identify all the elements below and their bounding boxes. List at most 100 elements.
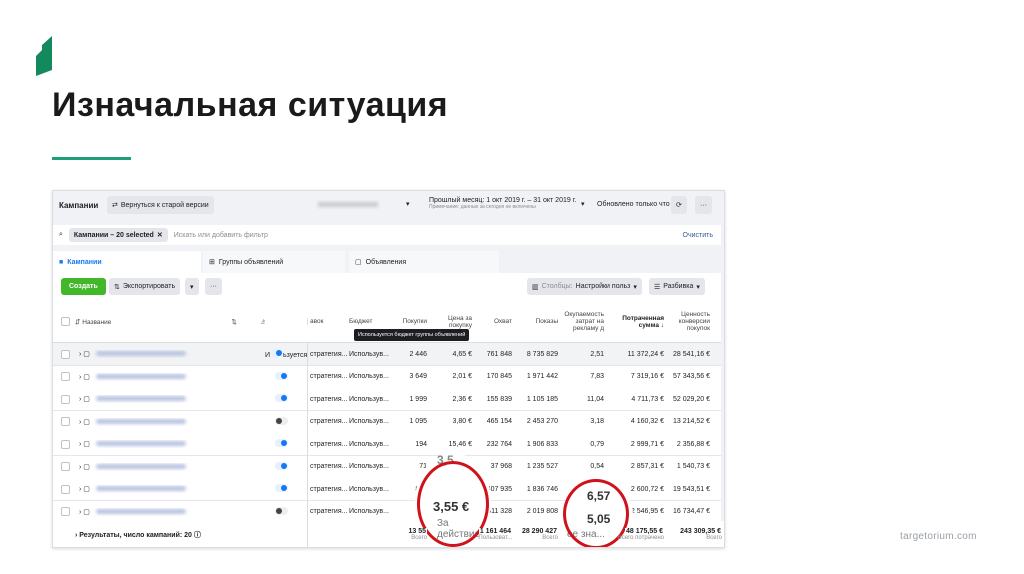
campaign-name-cell[interactable]: › ▢ (75, 418, 265, 426)
date-range-selector[interactable]: Прошлый месяц: 1 окт 2019 г. – 31 окт 20… (429, 197, 576, 210)
campaign-name-cell[interactable]: › ▢ (75, 485, 265, 493)
status-toggle-cell[interactable] (265, 439, 307, 449)
expand-icon[interactable]: › (79, 486, 81, 493)
table-row[interactable]: › ▢ стратегия... Использув... 1 999 2,36 € 15… (53, 387, 721, 411)
campaign-name-cell[interactable]: › ▢ (75, 463, 265, 471)
column-bid[interactable]: авок (307, 318, 349, 325)
status-toggle-cell[interactable] (265, 506, 307, 517)
expand-icon[interactable]: › (79, 351, 81, 358)
row-checkbox[interactable] (61, 417, 70, 426)
back-old-version-button[interactable]: ⇄ Вернуться к старой версии (107, 196, 214, 214)
create-button[interactable]: Создать (61, 278, 106, 295)
filter-bar: ⌕ Кампании – 20 selected ✕ Искать или доб… (53, 225, 721, 245)
more-actions-button[interactable]: ··· (205, 278, 222, 295)
refresh-button[interactable]: ⟳ (671, 196, 687, 214)
table-row[interactable]: › ▢ стратегия... Использув... 194 15,46 € 232… (53, 432, 721, 456)
campaign-name[interactable] (95, 351, 186, 356)
status-toggle-cell[interactable] (265, 416, 307, 427)
campaign-name[interactable] (95, 396, 186, 401)
status-toggle[interactable] (275, 416, 288, 425)
status-toggle-cell[interactable] (265, 484, 307, 494)
campaign-name[interactable] (95, 418, 186, 424)
breakdown-button[interactable]: ☰ Разбивка ▾ (649, 278, 705, 295)
site-credit: targetorium.com (900, 531, 977, 542)
cell-budget: Использув... (349, 373, 389, 380)
folder-icon: ▢ (83, 418, 90, 426)
status-toggle-cell[interactable]: Иьзуется (265, 349, 307, 359)
chevron-down-icon[interactable]: ▾ (406, 200, 410, 208)
campaign-name-cell[interactable]: › ▢ (75, 508, 265, 516)
table-row[interactable]: › ▢ стратегия... Использув... 1 095 3,80 € 46… (53, 410, 721, 434)
chevron-down-icon[interactable]: ▾ (581, 200, 585, 208)
row-checkbox[interactable] (61, 372, 70, 381)
more-button[interactable]: ··· (695, 196, 712, 214)
export-button[interactable]: ⇅ Экспортировать (109, 278, 181, 295)
expand-icon[interactable]: › (79, 441, 81, 448)
filter-chip[interactable]: Кампании – 20 selected ✕ (68, 228, 168, 242)
toolbar: Создать ⇅ Экспортировать ▾ ··· ▥ Столбцы: Н… (53, 273, 721, 301)
totals-label[interactable]: › Результаты, число кампаний: 20 ⓘ (53, 530, 307, 540)
row-checkbox[interactable] (61, 439, 70, 449)
filter-input[interactable]: Искать или добавить фильтр (174, 232, 268, 239)
table-row[interactable]: › ▢ılПосмотреть диаграммы ✎ ⎘Дублировать… (53, 342, 721, 366)
column-impressions[interactable]: Показы (515, 318, 561, 325)
expand-icon[interactable]: › (79, 396, 81, 403)
tab-ad-sets[interactable]: ⊞ Группы объявлений (203, 251, 345, 273)
table-row[interactable]: › ▢стратегия...Использув...7140,24 €37 9… (53, 455, 721, 479)
row-checkbox[interactable] (61, 484, 70, 494)
column-cost-per-purchase[interactable]: Цена за покупку (430, 315, 475, 329)
expand-icon[interactable]: › (79, 374, 81, 381)
account-selector[interactable] (318, 202, 378, 207)
folder-icon: ▢ (83, 486, 90, 493)
row-checkbox[interactable] (61, 462, 70, 471)
clear-link[interactable]: Очистить (683, 232, 713, 239)
columns-button[interactable]: ▥ Столбцы: Настройки польз ▾ (527, 278, 642, 295)
column-budget[interactable]: Бюджет (349, 318, 394, 325)
column-reach[interactable]: Охват (475, 318, 515, 325)
status-toggle[interactable] (275, 394, 288, 402)
row-checkbox[interactable] (61, 507, 70, 516)
campaign-name[interactable] (95, 441, 186, 446)
row-checkbox[interactable] (61, 394, 70, 404)
tab-ads[interactable]: ▢ Объявления (349, 251, 499, 273)
campaign-name-cell[interactable]: › ▢ (75, 440, 265, 448)
column-spent[interactable]: Потраченная сумма ↓ (607, 315, 667, 329)
campaign-name-cell[interactable]: › ▢ (75, 373, 265, 381)
cell-reach: 465 154 (486, 418, 512, 425)
table-row[interactable]: › ▢ стратегия... Использув... 3 649 2,01 € 17… (53, 365, 721, 389)
expand-icon[interactable]: › (79, 419, 81, 426)
campaign-name[interactable] (95, 508, 186, 514)
close-icon[interactable]: ✕ (157, 231, 163, 239)
campaign-name-cell[interactable]: › ▢ (75, 395, 265, 403)
column-name[interactable]: ⇵ Название⇅⚠ (75, 318, 265, 326)
status-toggle[interactable] (275, 371, 288, 380)
cell-impr: 1 235 527 (526, 463, 558, 470)
status-toggle[interactable] (270, 349, 284, 357)
campaign-name-cell[interactable]: › ▢ılПосмотреть диаграммы ✎ ⎘Дублировать (75, 350, 265, 358)
tab-campaigns[interactable]: ■ Кампании (53, 251, 201, 273)
column-roas[interactable]: Окупаемость затрат на рекламу д (561, 311, 607, 332)
info-icon: ⓘ (193, 531, 201, 539)
status-toggle[interactable] (275, 461, 288, 470)
status-toggle-cell[interactable] (265, 461, 307, 472)
cell-rate: стратегия... (307, 365, 349, 388)
status-toggle-cell[interactable] (265, 371, 307, 382)
expand-icon[interactable]: › (79, 464, 81, 471)
column-purchases[interactable]: Покупки (394, 318, 430, 325)
status-toggle[interactable] (275, 506, 288, 515)
status-toggle-cell[interactable] (265, 394, 307, 404)
status-toggle[interactable] (275, 439, 288, 447)
export-dropdown[interactable]: ▾ (185, 278, 199, 295)
status-toggle[interactable] (275, 484, 288, 492)
campaign-name[interactable] (95, 463, 186, 469)
cell-roas: 0,79 (590, 440, 604, 448)
column-conversion-value[interactable]: Ценность конверсии покупок (667, 311, 713, 332)
cell-value: 2 356,88 € (676, 440, 710, 448)
folder-icon: ■ (59, 258, 64, 266)
expand-icon[interactable]: › (79, 509, 81, 516)
select-all-checkbox[interactable] (61, 317, 70, 326)
campaign-name[interactable] (95, 373, 186, 379)
cell-impr: 2 453 270 (526, 418, 558, 425)
row-checkbox[interactable] (61, 349, 70, 359)
campaign-name[interactable] (95, 486, 186, 491)
